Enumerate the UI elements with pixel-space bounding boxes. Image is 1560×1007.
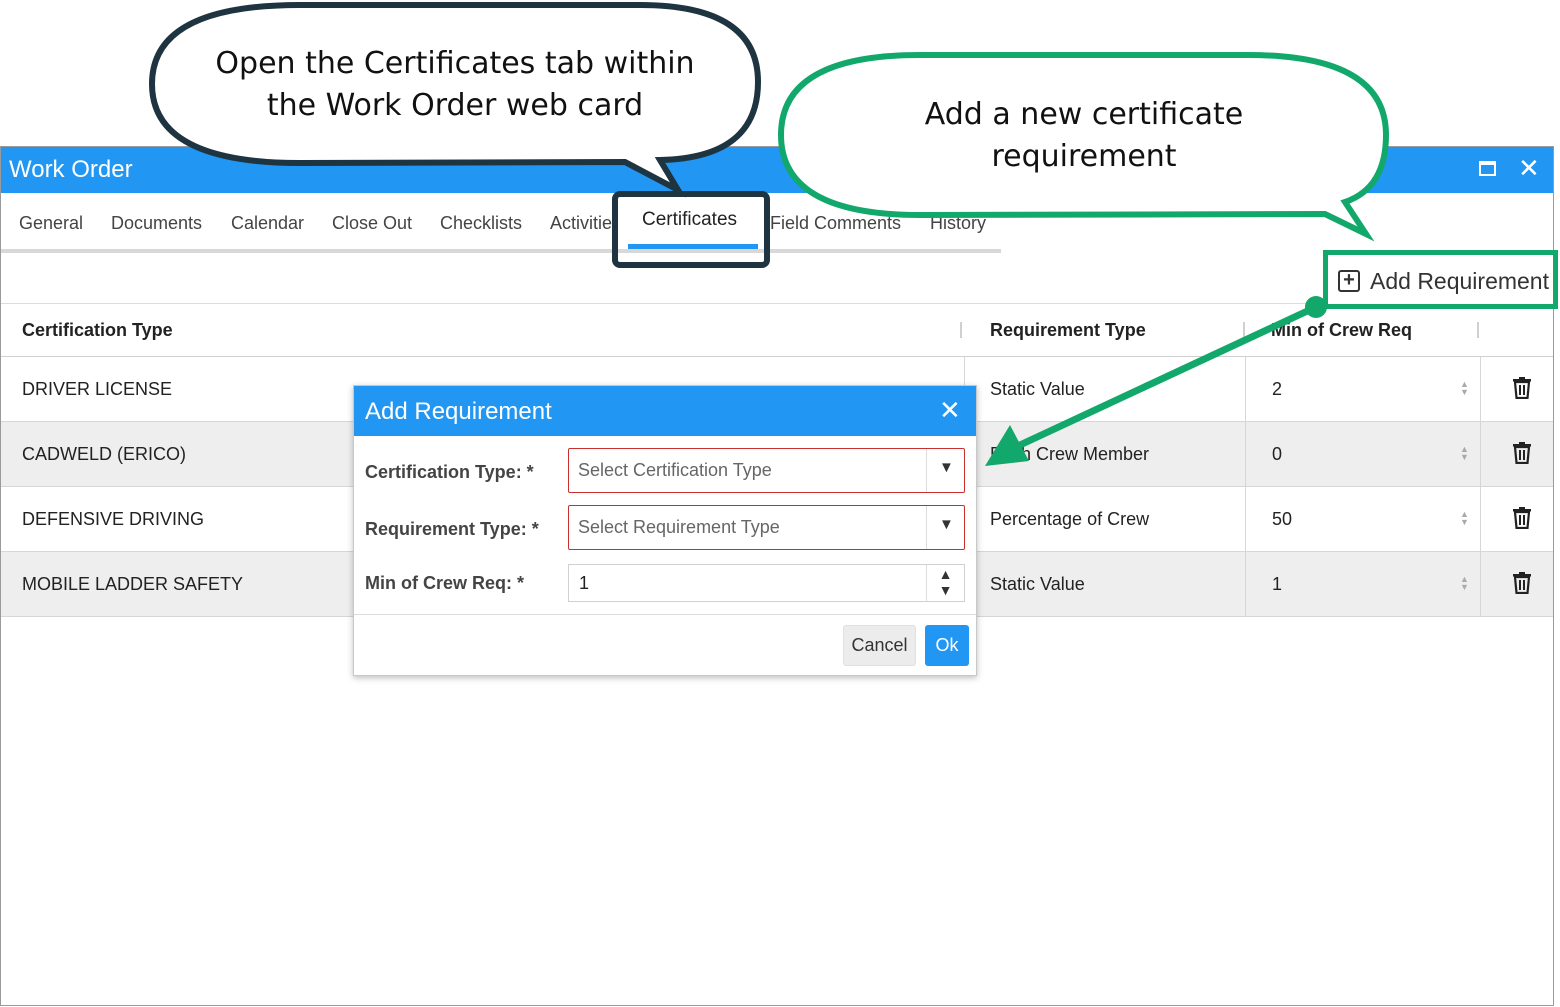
tab-callout-text: Open the Certificates tab within the Wor… bbox=[215, 46, 695, 123]
arrow-line bbox=[1018, 303, 1318, 449]
add-callout-text: Add a new certificate requirement bbox=[924, 97, 1244, 174]
